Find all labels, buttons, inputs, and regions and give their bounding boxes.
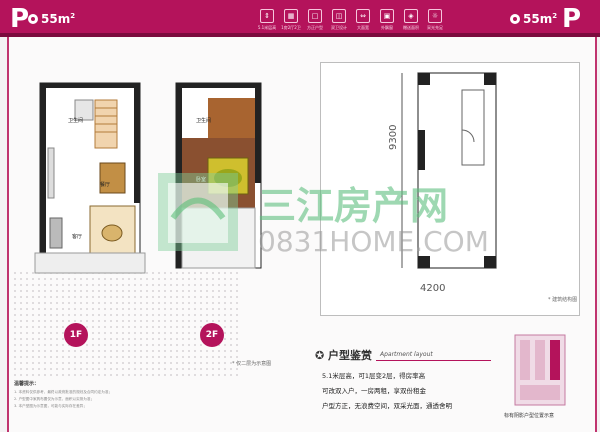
appreciation-title-text: 户型鉴赏 xyxy=(328,349,373,362)
gift-icon: ◈ xyxy=(404,9,418,23)
height-icon: ⇕ xyxy=(260,9,274,23)
unit-area-value: 55m xyxy=(41,12,71,26)
sun-icon: ☼ xyxy=(428,9,442,23)
rooms-icon: ▦ xyxy=(284,9,298,23)
feature-label: 采光充足 xyxy=(427,25,443,30)
window-icon: ▣ xyxy=(380,9,394,23)
watermark-en: 0831HOME.COM xyxy=(258,225,489,258)
square-icon: □ xyxy=(308,9,322,23)
floor-badge-2f: 2F xyxy=(200,323,224,347)
unit-type-letter: P xyxy=(10,4,30,34)
appreciation-underline xyxy=(376,360,491,361)
unit-area-right: 55m2 xyxy=(510,12,557,26)
appreciation-line: 5.1米层高，可1层变2层，得房率高 xyxy=(322,372,426,380)
room-label-bathroom: 卫生间 xyxy=(68,118,84,124)
unit-area-value: 55m xyxy=(523,12,553,26)
dimension-height: 9300 xyxy=(388,124,399,150)
key-plan-caption: 标有阴影户型位置示意 xyxy=(504,413,555,419)
room-label-dining: 餐厅 xyxy=(100,182,111,188)
appreciation-line: 可改双入户，一房两租，享双份租金 xyxy=(322,387,426,395)
unit-type-letter-right: P xyxy=(562,4,582,34)
room-label-living: 客厅 xyxy=(72,234,83,240)
notes-line: 1. 本资料仅供参考，最终以政府批准的规划及合同约定为准； xyxy=(14,390,113,394)
notes-line: 2. 户型图中家具布置仅为示意，面积以实测为准； xyxy=(14,397,95,401)
header-bar: P 55m2 ⇕ 5.1米层高 ▦ 1房2厅2卫 □ 方正户型 ◫ 双卫设计 ⇔ 大面宽 … xyxy=(0,0,600,37)
appreciation-line: 户型方正，无浪费空间，双采光面，通透舍明 xyxy=(322,402,452,410)
bullet-icon xyxy=(28,14,38,24)
width-icon: ⇔ xyxy=(356,9,370,23)
structural-note: * 建筑结构图 xyxy=(548,297,578,303)
notes-line: 3. 本户型图为示意图，可能与实际存在差异； xyxy=(14,404,87,408)
floor-badge-1f: 1F xyxy=(64,323,88,347)
dimension-width: 4200 xyxy=(420,283,446,294)
notes-title: 温馨提示： xyxy=(14,381,40,387)
bath-icon: ◫ xyxy=(332,9,346,23)
floor-plan-1f xyxy=(34,82,146,274)
appreciation-subtitle: Apartment layout xyxy=(380,351,433,358)
unit-area: 55m2 xyxy=(28,12,75,26)
appreciation-title: ✪ 户型鉴赏 xyxy=(315,349,373,362)
floor2-note: * 仅二层为示意图 xyxy=(232,361,272,367)
room-label-bathroom-2f: 卫生间 xyxy=(196,118,212,124)
bullet-icon xyxy=(510,14,520,24)
feature-item: ☼ 采光充足 xyxy=(421,9,449,31)
watermark-cn: 三江房产网 xyxy=(258,184,449,228)
key-plan xyxy=(514,334,566,406)
watermark-logo xyxy=(158,173,238,251)
